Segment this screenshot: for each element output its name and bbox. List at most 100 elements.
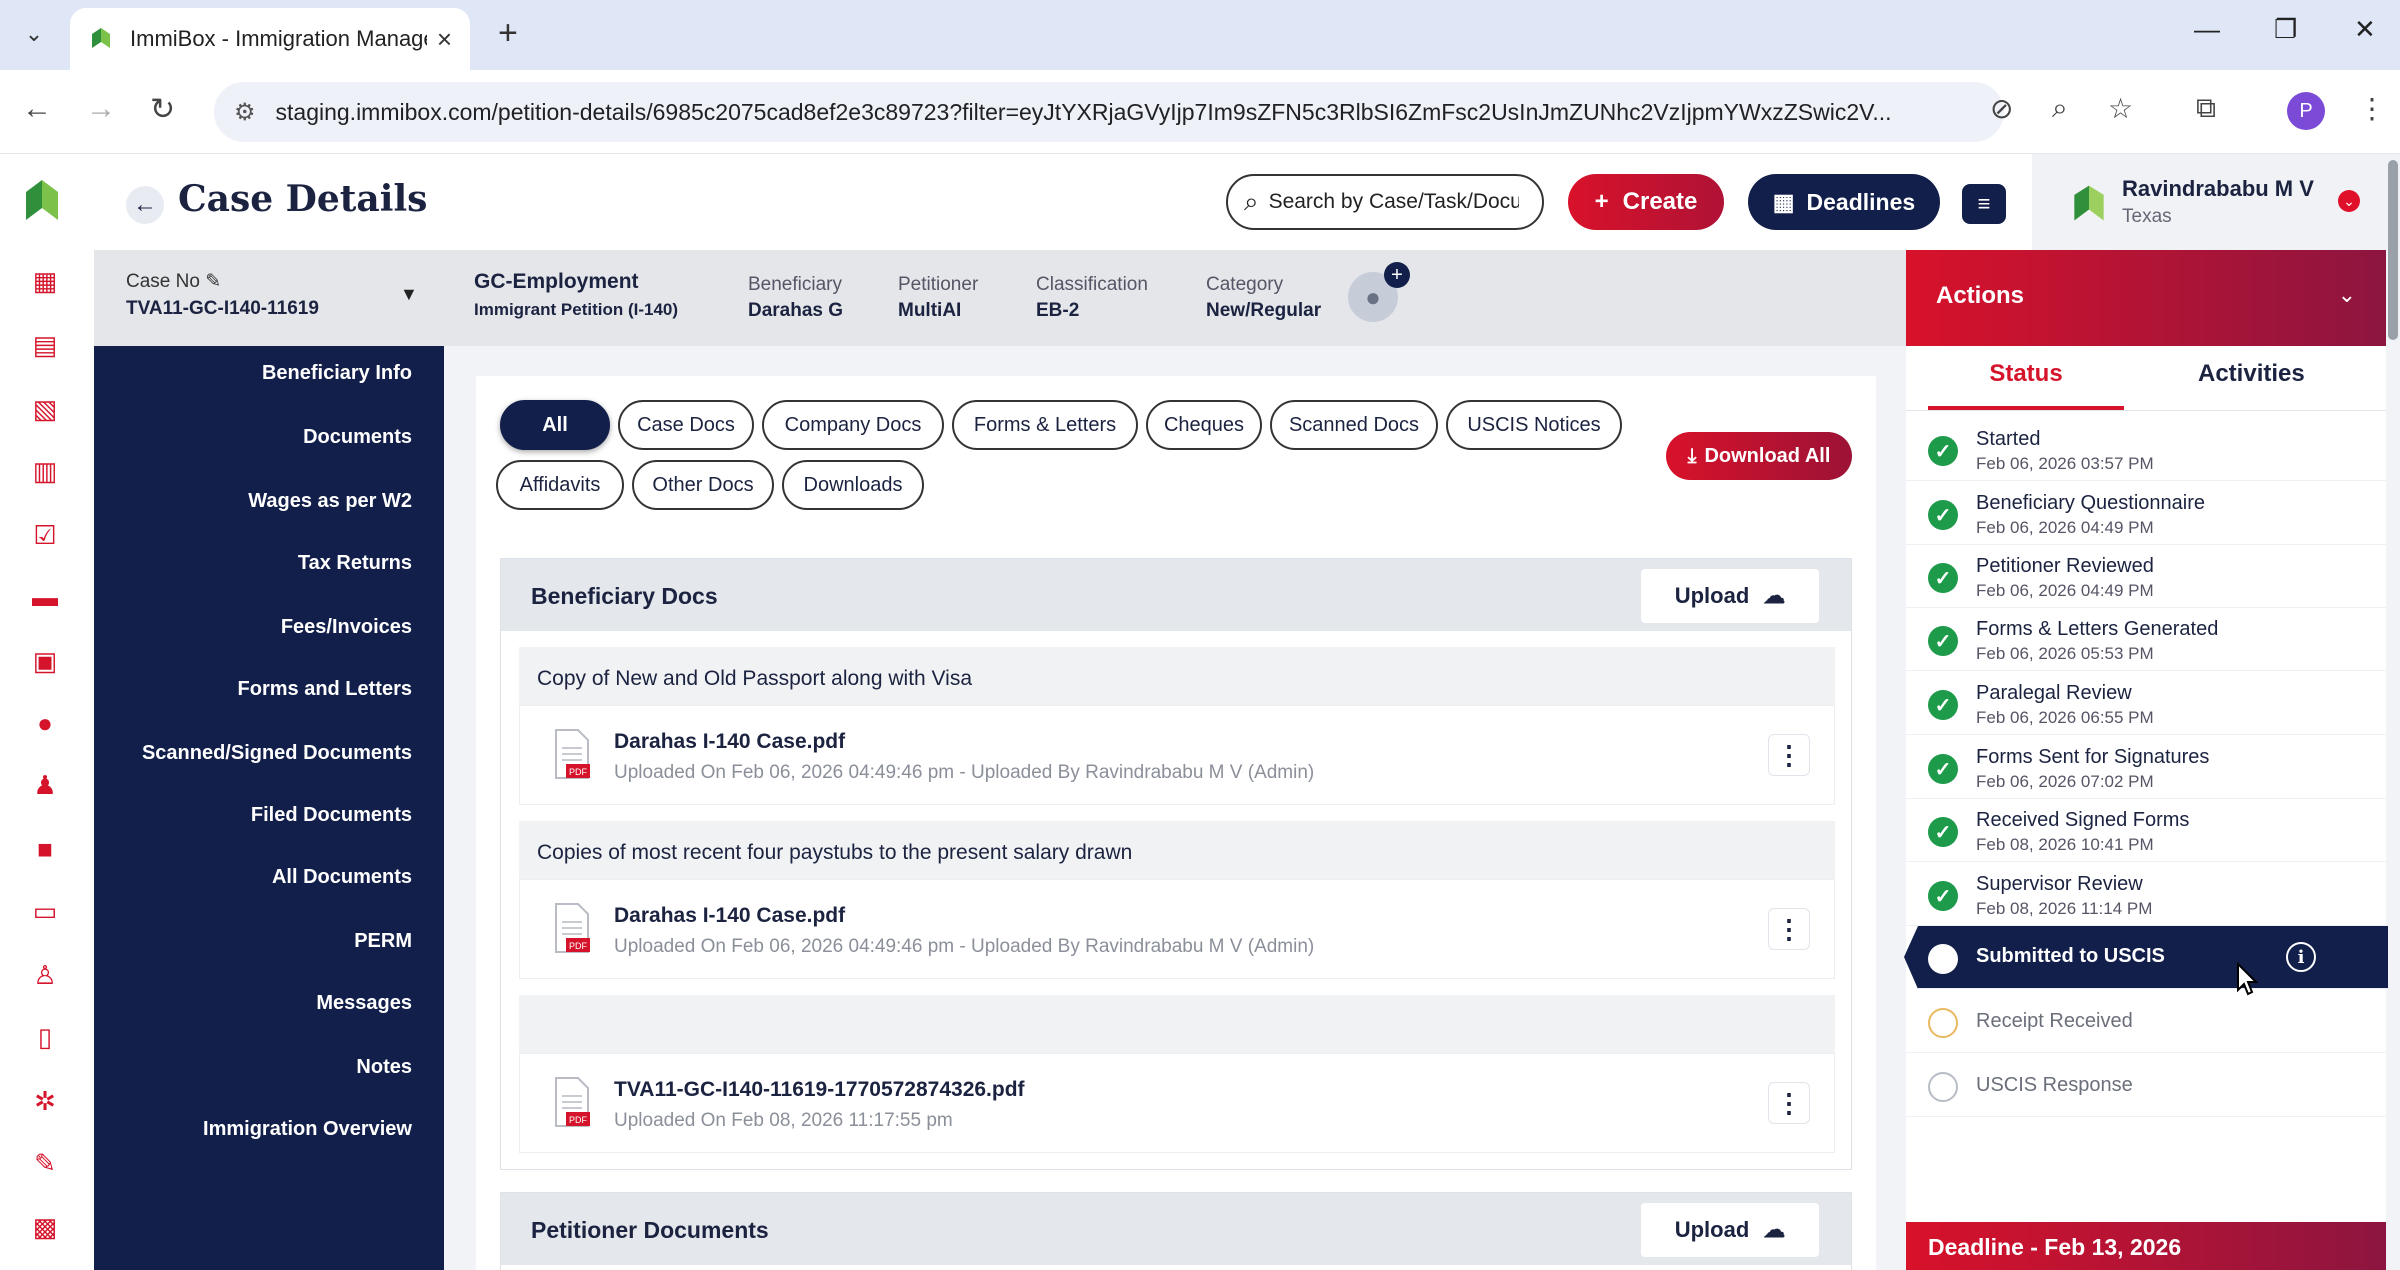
browser-menu-icon[interactable]: ⋮ <box>2358 92 2386 125</box>
sidebar-item-immigration-overview[interactable]: Immigration Overview <box>203 1118 412 1141</box>
status-step[interactable]: USCIS Response <box>1906 1054 2386 1117</box>
actions-panel-header[interactable]: Actions ⌄ <box>1906 250 2386 346</box>
tab-activities[interactable]: Activities <box>2198 360 2305 388</box>
sidebar-item-fees-invoices[interactable]: Fees/Invoices <box>281 616 412 639</box>
dashboard-icon[interactable]: ▦ <box>30 266 60 296</box>
document-row[interactable]: PDF Darahas I-140 Case.pdf Uploaded On F… <box>519 705 1835 805</box>
ledger-icon[interactable]: ▯ <box>30 1022 60 1052</box>
forms-icon[interactable]: ▧ <box>30 394 60 424</box>
chat-icon[interactable]: ▬ <box>30 582 60 612</box>
status-step[interactable]: ✓ Started Feb 06, 2026 03:57 PM <box>1906 418 2386 481</box>
status-step[interactable]: ✓ Supervisor Review Feb 08, 2026 11:14 P… <box>1906 863 2386 926</box>
messages-icon[interactable]: ≡ <box>1962 184 2006 224</box>
company-logo-icon <box>2074 185 2104 221</box>
document-name[interactable]: Darahas I-140 Case.pdf <box>614 730 845 754</box>
new-tab-icon[interactable]: + <box>498 14 518 53</box>
document-name[interactable]: Darahas I-140 Case.pdf <box>614 904 845 928</box>
edit-pencil-icon[interactable]: ✎ <box>205 271 221 292</box>
reload-icon[interactable]: ↻ <box>150 92 175 127</box>
document-row[interactable]: PDF TVA11-GC-I140-11619-1770572874326.pd… <box>519 1053 1835 1153</box>
sidebar-item-beneficiary-info[interactable]: Beneficiary Info <box>262 362 412 385</box>
page-back-button[interactable]: ← <box>126 186 164 224</box>
filter-chip-forms-letters[interactable]: Forms & Letters <box>952 400 1138 450</box>
immibox-logo-icon[interactable] <box>22 178 62 226</box>
reports-icon[interactable]: ▥ <box>30 456 60 486</box>
document-menu-icon[interactable]: ⋮ <box>1768 734 1810 776</box>
sidebar-item-wages[interactable]: Wages as per W2 <box>248 490 412 513</box>
status-step[interactable]: ✓ Forms Sent for Signatures Feb 06, 2026… <box>1906 736 2386 799</box>
tasks-icon[interactable]: ☑ <box>30 520 60 550</box>
sidebar-item-all-documents[interactable]: All Documents <box>272 866 412 889</box>
filter-chip-uscis-notices[interactable]: USCIS Notices <box>1446 400 1622 450</box>
info-icon[interactable]: i <box>2286 942 2316 972</box>
forward-arrow-icon[interactable]: → <box>86 92 116 126</box>
tab-close-icon[interactable]: × <box>437 24 452 55</box>
deadline-banner[interactable]: Deadline - Feb 13, 2026 <box>1906 1222 2386 1270</box>
cases-icon[interactable]: ▤ <box>30 330 60 360</box>
browser-profile-avatar[interactable]: P <box>2287 92 2325 130</box>
team-icon[interactable]: ✲ <box>30 1086 60 1116</box>
filter-chip-case-docs[interactable]: Case Docs <box>618 400 754 450</box>
zoom-icon[interactable]: ⌕ <box>2052 92 2068 125</box>
page-scrollbar[interactable] <box>2388 160 2398 340</box>
chevron-down-icon[interactable]: ⌄ <box>2338 282 2356 308</box>
filter-chip-scanned-docs[interactable]: Scanned Docs <box>1270 400 1438 450</box>
tab-status[interactable]: Status <box>1956 360 2096 388</box>
sidebar-item-filed-documents[interactable]: Filed Documents <box>251 804 412 827</box>
document-name[interactable]: TVA11-GC-I140-11619-1770572874326.pdf <box>614 1078 1025 1102</box>
camera-off-icon[interactable]: ⊘ <box>1990 92 2013 125</box>
sidebar-item-scanned-signed[interactable]: Scanned/Signed Documents <box>142 742 412 765</box>
sidebar-item-tax-returns[interactable]: Tax Returns <box>298 552 412 575</box>
clipboard-icon[interactable]: ▣ <box>30 646 60 676</box>
sidebar-item-forms-letters[interactable]: Forms and Letters <box>238 678 412 701</box>
filter-chip-cheques[interactable]: Cheques <box>1146 400 1262 450</box>
filter-chip-downloads[interactable]: Downloads <box>782 460 924 510</box>
window-close-icon[interactable]: ✕ <box>2354 14 2376 45</box>
user-dropdown-icon[interactable]: ⌄ <box>2338 190 2360 212</box>
filter-chip-other-docs[interactable]: Other Docs <box>632 460 774 510</box>
bookmark-star-icon[interactable]: ☆ <box>2108 92 2133 125</box>
filter-chip-affidavits[interactable]: Affidavits <box>496 460 624 510</box>
sidebar-item-documents[interactable]: Documents <box>303 426 412 449</box>
document-row[interactable]: PDF Darahas I-140 Case.pdf Uploaded On F… <box>519 879 1835 979</box>
user-badge-icon[interactable]: ♙ <box>30 960 60 990</box>
site-settings-icon[interactable]: ⚙ <box>234 98 256 127</box>
case-dropdown-icon[interactable]: ▼ <box>400 284 418 305</box>
deadlines-button[interactable]: ▦ Deadlines <box>1748 174 1940 230</box>
browser-tab[interactable]: ImmiBox - Immigration Manage × <box>70 8 470 70</box>
beneficiary-upload-button[interactable]: Upload ☁ <box>1641 569 1819 623</box>
calendar-list-icon[interactable]: ▩ <box>30 1212 60 1242</box>
document-menu-icon[interactable]: ⋮ <box>1768 1082 1810 1124</box>
edit-document-icon[interactable]: ✎ <box>30 1148 60 1178</box>
status-step[interactable]: ✓ Received Signed Forms Feb 08, 2026 10:… <box>1906 799 2386 862</box>
status-step[interactable]: ✓ Beneficiary Questionnaire Feb 06, 2026… <box>1906 482 2386 545</box>
filter-chip-all[interactable]: All <box>500 400 610 450</box>
sidebar-item-messages[interactable]: Messages <box>316 992 412 1015</box>
status-step[interactable]: ✓ Forms & Letters Generated Feb 06, 2026… <box>1906 608 2386 671</box>
url-text[interactable]: staging.immibox.com/petition-details/698… <box>276 99 2004 126</box>
url-bar[interactable]: ⚙ staging.immibox.com/petition-details/6… <box>214 82 2004 142</box>
back-arrow-icon[interactable]: ← <box>22 92 52 126</box>
tab-search-dropdown[interactable]: ⌄ <box>14 14 54 54</box>
download-all-button[interactable]: ⤓ Download All <box>1666 432 1852 480</box>
status-step[interactable]: ✓ Petitioner Reviewed Feb 06, 2026 04:49… <box>1906 545 2386 608</box>
status-step[interactable]: Receipt Received <box>1906 990 2386 1053</box>
petitioner-upload-button[interactable]: Upload ☁ <box>1641 1203 1819 1257</box>
extensions-icon[interactable]: ⧉ <box>2196 92 2216 125</box>
status-step[interactable]: ✓ Paralegal Review Feb 06, 2026 06:55 PM <box>1906 672 2386 735</box>
sidebar-item-perm[interactable]: PERM <box>354 930 412 953</box>
add-assignee-icon[interactable]: + <box>1384 262 1410 288</box>
create-button[interactable]: + Create <box>1568 174 1724 230</box>
group-icon[interactable]: ♟ <box>30 770 60 800</box>
restore-icon[interactable]: ❐ <box>2274 14 2297 45</box>
global-search[interactable]: ⌕ <box>1226 174 1544 230</box>
sidebar-item-notes[interactable]: Notes <box>356 1056 412 1079</box>
document-menu-icon[interactable]: ⋮ <box>1768 908 1810 950</box>
status-step-current[interactable]: Submitted to USCIS i <box>1904 926 2388 989</box>
folder-icon[interactable]: ■ <box>30 834 60 864</box>
search-input[interactable] <box>1268 190 1519 214</box>
person-icon[interactable]: ● <box>30 708 60 738</box>
minimize-icon[interactable]: — <box>2194 14 2220 45</box>
message-icon[interactable]: ▭ <box>30 896 60 926</box>
filter-chip-company-docs[interactable]: Company Docs <box>762 400 944 450</box>
